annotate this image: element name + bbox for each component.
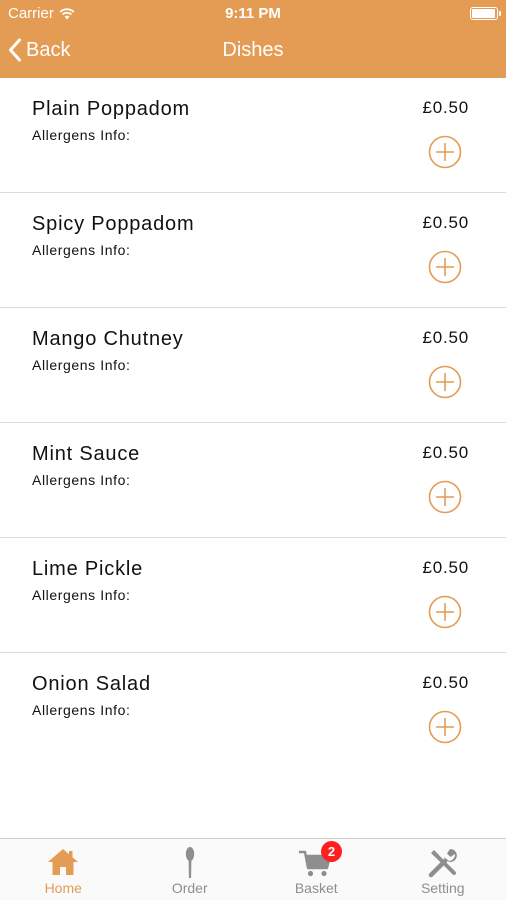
home-icon xyxy=(48,849,79,875)
dish-row: Mint Sauce Allergens Info: £0.50 xyxy=(0,423,506,538)
allergens-info[interactable]: Allergens Info: xyxy=(32,587,131,603)
dish-name: Mint Sauce xyxy=(32,443,141,465)
tools-icon xyxy=(428,848,457,878)
dish-name: Spicy Poppadom xyxy=(32,213,195,235)
tab-label: Order xyxy=(171,880,208,896)
tab-label: Setting xyxy=(420,880,465,896)
dish-row: Lime Pickle Allergens Info: £0.50 xyxy=(0,538,506,653)
header: Carrier 9:11 PM Back Dishes xyxy=(0,0,506,78)
page-title: Dishes xyxy=(222,39,284,61)
dish-row: Spicy Poppadom Allergens Info: £0.50 xyxy=(0,193,506,308)
basket-count-badge: 2 xyxy=(321,841,342,862)
dish-price: £0.50 xyxy=(422,443,469,462)
allergens-info[interactable]: Allergens Info: xyxy=(32,702,131,718)
nav-bar: Back Dishes xyxy=(0,26,506,78)
allergens-info[interactable]: Allergens Info: xyxy=(32,472,131,488)
dish-list: Plain Poppadom Allergens Info: £0.50 Spi… xyxy=(0,78,506,768)
dish-name: Lime Pickle xyxy=(32,558,144,580)
add-dish-button[interactable] xyxy=(428,250,462,284)
tab-setting[interactable]: Setting xyxy=(380,839,506,900)
dish-row: Plain Poppadom Allergens Info: £0.50 xyxy=(0,78,506,193)
add-dish-button[interactable] xyxy=(428,135,462,169)
tab-label: Home xyxy=(44,880,82,896)
allergens-info[interactable]: Allergens Info: xyxy=(32,242,131,258)
allergens-info[interactable]: Allergens Info: xyxy=(32,127,131,143)
tab-order[interactable]: Order xyxy=(127,839,254,900)
dish-name: Plain Poppadom xyxy=(32,98,190,120)
dish-row: Onion Salad Allergens Info: £0.50 xyxy=(0,653,506,768)
battery-level xyxy=(472,9,495,18)
allergens-info[interactable]: Allergens Info: xyxy=(32,357,131,373)
dish-name: Onion Salad xyxy=(32,673,151,695)
add-dish-button[interactable] xyxy=(428,480,462,514)
battery-icon xyxy=(470,7,501,20)
dish-price: £0.50 xyxy=(422,558,469,577)
add-dish-button[interactable] xyxy=(428,595,462,629)
status-time: 9:11 PM xyxy=(225,5,281,22)
status-bar: Carrier 9:11 PM xyxy=(0,0,506,26)
dish-price: £0.50 xyxy=(422,98,469,117)
dish-price: £0.50 xyxy=(422,673,469,692)
tab-basket[interactable]: 2 Basket xyxy=(253,839,380,900)
spoon-icon xyxy=(185,847,194,878)
add-dish-button[interactable] xyxy=(428,710,462,744)
tab-bar: Home Order 2 Basket Setting xyxy=(0,838,506,900)
dish-row: Mango Chutney Allergens Info: £0.50 xyxy=(0,308,506,423)
tab-label: Basket xyxy=(294,880,338,896)
add-dish-button[interactable] xyxy=(428,365,462,399)
dish-name: Mango Chutney xyxy=(32,328,184,350)
tab-home[interactable]: Home xyxy=(0,839,127,900)
dish-price: £0.50 xyxy=(422,328,469,347)
dish-price: £0.50 xyxy=(422,213,469,232)
